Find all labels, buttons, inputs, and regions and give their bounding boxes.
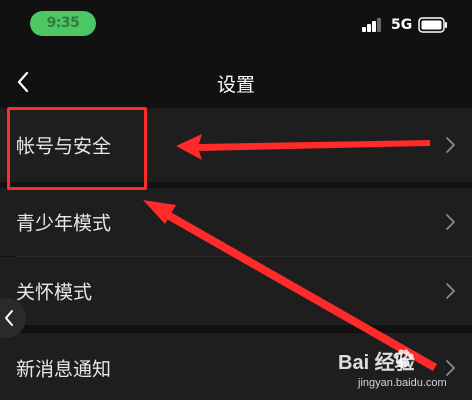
watermark-brand: Bai 经验 bbox=[338, 352, 415, 374]
annotation-arrows bbox=[143, 134, 437, 371]
watermark-url: jingyan.baidu.com bbox=[358, 377, 447, 389]
settings-screen: 9:35 5G 设置 帐号与安全 青少年模式 关怀模式 新消息通知 Bai 经验… bbox=[0, 0, 472, 400]
annotation-arrow-head bbox=[176, 134, 430, 160]
baidu-watermark: Bai 经验 jingyan.baidu.com bbox=[330, 342, 468, 400]
